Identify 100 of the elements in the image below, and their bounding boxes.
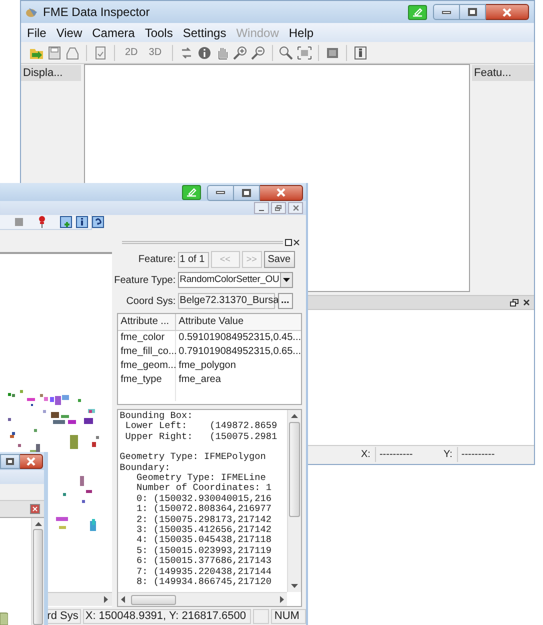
maximize-button[interactable] xyxy=(0,454,20,469)
info-icon[interactable] xyxy=(76,216,88,228)
vertical-scrollbar[interactable] xyxy=(31,518,44,625)
detail-line: 7: (149935.220438,217144 xyxy=(136,566,273,577)
close-icon[interactable] xyxy=(293,238,300,246)
status-label: Y: xyxy=(443,448,452,462)
status-field: X: 150048.9391, Y: 216817.6500 xyxy=(83,608,252,624)
scroll-right-icon[interactable] xyxy=(280,596,284,603)
table-cell: fme_fill_co... xyxy=(118,345,176,359)
minimize-icon xyxy=(259,210,264,211)
panel-icon[interactable] xyxy=(324,46,340,60)
scroll-thumb[interactable] xyxy=(130,594,176,604)
close-button[interactable] xyxy=(20,454,43,469)
detail-line: Geometry Type: IFMELine xyxy=(136,473,267,484)
menu-item[interactable]: Settings xyxy=(182,24,226,42)
float-icon[interactable] xyxy=(285,238,292,246)
scroll-left-icon[interactable] xyxy=(120,596,125,603)
maximize-button[interactable] xyxy=(460,4,486,20)
close-button[interactable] xyxy=(30,504,40,514)
table-cell-text: fme_area xyxy=(178,373,222,387)
scroll-right-icon[interactable] xyxy=(104,596,108,603)
save-button[interactable]: Save xyxy=(264,251,295,268)
pen-icon xyxy=(186,188,197,197)
close-button[interactable] xyxy=(486,4,529,20)
detail-line: 5: (150015.023993,217119 xyxy=(136,546,273,556)
menu-bar xyxy=(0,470,44,484)
table-cell-text: 0.791019084952315,0.65... xyxy=(178,345,301,359)
table-cell: fme_geom... xyxy=(118,359,176,373)
scroll-up-icon[interactable] xyxy=(291,414,298,418)
zoom-in-icon[interactable] xyxy=(232,46,248,60)
close-icon xyxy=(292,205,298,211)
scroll-down-icon[interactable] xyxy=(291,584,298,588)
tray-icon[interactable] xyxy=(65,46,80,60)
close-icon xyxy=(32,506,38,512)
detail-line: Upper Right: (150075.2981 xyxy=(124,432,278,442)
sync-button[interactable] xyxy=(408,4,427,20)
pin-icon[interactable] xyxy=(38,216,46,228)
close-button[interactable] xyxy=(288,202,303,214)
menu-item[interactable]: Help xyxy=(288,24,314,42)
document-icon[interactable] xyxy=(93,46,108,60)
float-icon[interactable] xyxy=(510,298,519,306)
table-cell-text: fme_polygon xyxy=(178,359,237,373)
search-icon[interactable] xyxy=(278,46,294,60)
column-header[interactable]: Attribute Value xyxy=(176,314,301,330)
detail-line: 1: (150072.808364,216977 xyxy=(136,504,273,515)
restore-icon xyxy=(275,204,282,212)
info-panel-icon[interactable] xyxy=(352,46,368,60)
detail-line: Geometry Type: IFMEPolygon xyxy=(120,452,267,463)
field-label: Coord Sys: xyxy=(125,294,177,308)
status-value: ---------- xyxy=(375,447,436,462)
sync-button[interactable] xyxy=(182,185,201,200)
detail-line: 6: (150015.377686,217143 xyxy=(136,556,273,567)
minimize-button[interactable] xyxy=(207,184,234,200)
feature-type-dropdown[interactable]: RandomColorSetter_OU xyxy=(178,272,293,288)
map-shape-drawing xyxy=(0,611,8,625)
status-field: NUM xyxy=(271,608,306,624)
close-button[interactable] xyxy=(260,184,303,200)
detail-line: Lower Left: (149872.8659 xyxy=(124,421,278,432)
horizontal-scrollbar[interactable] xyxy=(48,592,112,606)
pen-icon xyxy=(412,8,423,16)
column-header[interactable]: Attribute ... xyxy=(118,314,176,330)
stop-icon[interactable] xyxy=(14,217,24,227)
close-icon xyxy=(26,457,36,466)
detail-line: 3: (150035.412656,217142 xyxy=(136,525,273,536)
menu-item[interactable]: Tools xyxy=(144,24,173,42)
status-label: X: xyxy=(361,448,370,462)
restore-button[interactable] xyxy=(271,202,286,214)
help-icon[interactable] xyxy=(92,216,104,228)
field-label: Feature: xyxy=(137,253,177,267)
view-mode-button[interactable]: 2D xyxy=(121,45,142,60)
scroll-up-icon[interactable] xyxy=(34,522,42,526)
fit-view-icon[interactable] xyxy=(296,46,312,60)
menu-item[interactable]: File xyxy=(27,24,46,42)
field-label: Feature Type: xyxy=(114,274,177,288)
scroll-thumb[interactable] xyxy=(289,422,300,517)
browse-button[interactable]: ... xyxy=(278,293,293,309)
view-mode-button[interactable]: 3D xyxy=(144,45,166,60)
menu-item[interactable]: View xyxy=(56,24,82,42)
minimize-button[interactable] xyxy=(254,202,269,214)
maximize-button[interactable] xyxy=(234,184,260,200)
table-cell: fme_type xyxy=(118,373,176,387)
status-value: ---------- xyxy=(457,447,495,462)
minimize-button[interactable] xyxy=(433,4,460,20)
detail-line: Boundary: xyxy=(120,462,172,474)
detail-line: 4: (150035.045438,217118 xyxy=(136,535,273,546)
close-icon[interactable] xyxy=(523,299,530,306)
info-icon[interactable] xyxy=(196,46,212,60)
detail-line: 8: (149934.866745,217120 xyxy=(136,577,273,588)
window-title: FME Data Inspector xyxy=(43,4,150,21)
table-cell-text: 0.591019084952315,0.45... xyxy=(178,331,301,345)
vertical-scrollbar[interactable] xyxy=(287,410,301,592)
zoom-out-icon[interactable] xyxy=(250,46,266,60)
horizontal-scrollbar[interactable] xyxy=(118,592,287,606)
feature-index-field[interactable]: 1 of 1 xyxy=(178,252,209,268)
table-cell: fme_color xyxy=(118,331,176,345)
panel-title: Displa... xyxy=(23,66,64,81)
detail-line: Bounding Box: xyxy=(120,411,194,421)
scroll-thumb[interactable] xyxy=(33,529,43,625)
status-field xyxy=(253,608,270,624)
menu-item[interactable]: Camera xyxy=(92,24,135,42)
